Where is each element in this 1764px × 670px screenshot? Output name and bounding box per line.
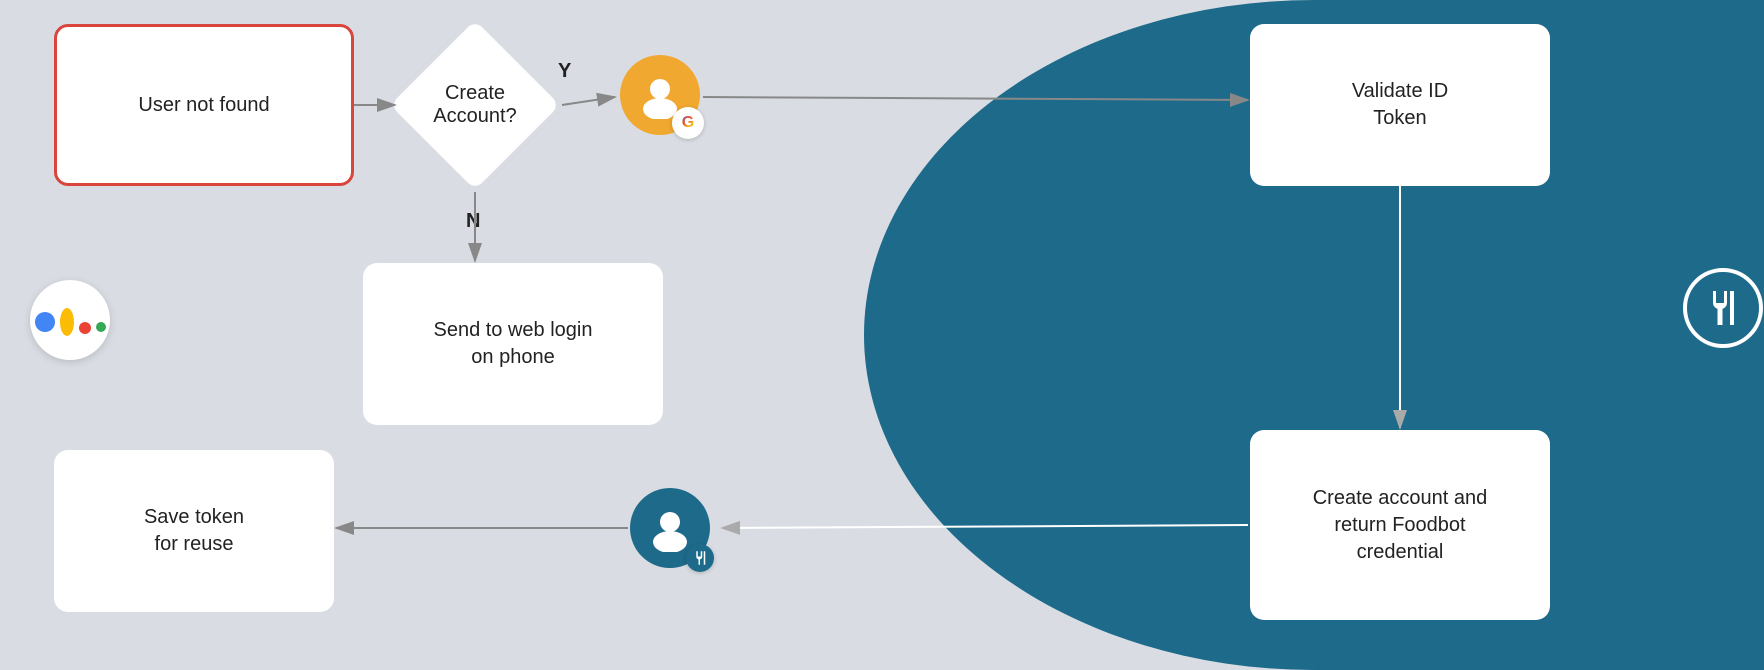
validate-id-box: Validate ID Token [1250, 24, 1550, 186]
ga-dots [35, 308, 106, 332]
user-fork-icon [630, 488, 710, 568]
fork-badge [686, 544, 714, 572]
foodbot-icon [1683, 268, 1763, 348]
ga-dot-green [96, 322, 106, 332]
save-token-box: Save token for reuse [54, 450, 334, 612]
create-account-diamond: Create Account? [390, 20, 560, 190]
ga-dot-blue [35, 312, 55, 332]
ga-dot-red [79, 322, 91, 334]
user-not-found-box: User not found [54, 24, 354, 186]
ga-dot-yellow [60, 308, 74, 336]
fork-knife-icon [1700, 285, 1746, 331]
n-label: N [466, 210, 480, 233]
send-to-web-box: Send to web login on phone [363, 263, 663, 425]
save-token-label: Save token for reuse [144, 504, 244, 558]
send-to-web-label: Send to web login on phone [433, 317, 592, 371]
validate-id-label: Validate ID Token [1352, 78, 1448, 132]
create-account-return-label: Create account and return Foodbot creden… [1313, 485, 1488, 566]
create-account-label: Create Account? [390, 20, 560, 190]
user-circle-orange: G [620, 55, 700, 135]
user-google-icon: G [620, 55, 700, 135]
user-circle-blue [630, 488, 710, 568]
google-assistant-icon [30, 280, 110, 360]
google-badge: G [672, 107, 704, 139]
create-account-return-box: Create account and return Foodbot creden… [1250, 430, 1550, 620]
user-not-found-label: User not found [138, 92, 269, 119]
y-label: Y [558, 60, 571, 83]
person-icon-blue [646, 504, 694, 552]
fork-knife-small [691, 549, 709, 567]
